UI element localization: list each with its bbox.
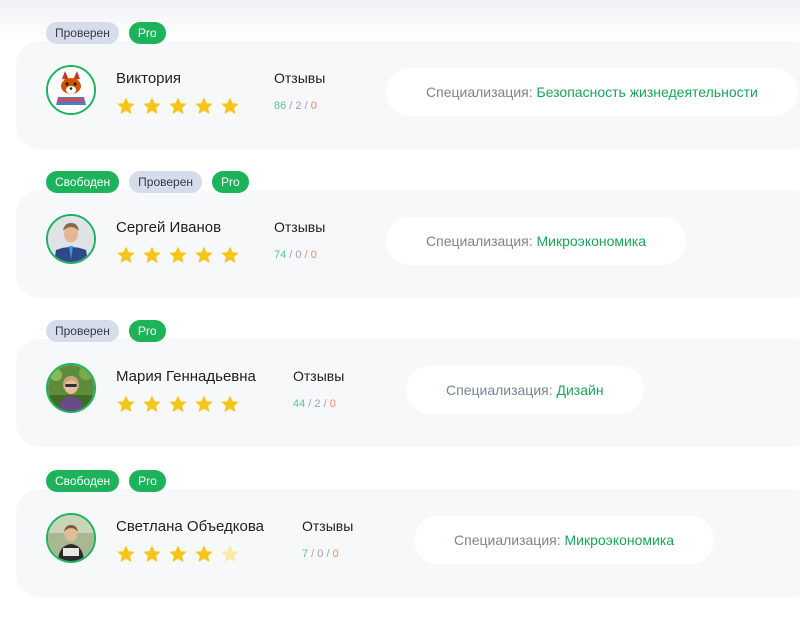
badge-row: Свободен Pro: [46, 470, 166, 492]
specialization-pill: Специализация: Дизайн: [406, 366, 644, 414]
expert-name[interactable]: Светлана Объедкова: [116, 518, 264, 535]
star-icon: [117, 246, 135, 263]
specialization-pill: Специализация: Микроэкономика: [414, 516, 715, 564]
avatar[interactable]: [46, 513, 96, 563]
avatar[interactable]: [46, 214, 96, 264]
star-icon: [195, 97, 213, 114]
negative-count: 0: [310, 100, 317, 112]
available-badge: Свободен: [46, 171, 120, 193]
verified-badge: Проверен: [129, 171, 203, 193]
star-icon: [195, 545, 213, 562]
star-icon: [195, 395, 213, 412]
star-icon: [195, 246, 213, 263]
badge-row: Проверен Pro: [46, 22, 166, 44]
specialization-value[interactable]: Микроэкономика: [565, 532, 675, 548]
count-separator: /: [301, 249, 311, 261]
star-icon: [169, 246, 187, 263]
badge-row: Свободен Проверен Pro: [46, 171, 249, 193]
expert-name[interactable]: Виктория: [116, 70, 181, 87]
avatar[interactable]: [46, 363, 96, 413]
badge-row: Проверен Pro: [46, 320, 166, 342]
specialization-label: Специализация:: [426, 84, 533, 100]
count-separator: /: [301, 100, 311, 112]
pro-badge: Pro: [128, 320, 166, 342]
pro-badge: Pro: [212, 171, 249, 193]
expert-card[interactable]: Проверен Pro Виктория Отзывы 86 / 2 / 0 …: [0, 22, 800, 172]
person-photo-avatar-icon: [48, 365, 94, 411]
star-icon: [143, 246, 161, 263]
count-separator: /: [323, 548, 333, 560]
available-badge: Свободен: [46, 470, 120, 492]
rating-stars: [116, 394, 240, 414]
reviews-label: Отзывы: [274, 219, 326, 235]
rating-stars: [116, 245, 240, 265]
star-icon: [117, 545, 135, 562]
rating-stars: [116, 96, 240, 116]
specialization-value[interactable]: Дизайн: [557, 382, 604, 398]
star-icon: [169, 395, 187, 412]
star-icon: [221, 395, 239, 412]
person-photo-avatar-icon: [48, 515, 94, 561]
expert-name[interactable]: Мария Геннадьевна: [116, 368, 256, 385]
pro-badge: Pro: [129, 470, 166, 492]
person-photo-avatar-icon: [48, 216, 94, 262]
star-icon: [221, 97, 239, 114]
star-icon: [169, 97, 187, 114]
negative-count: 0: [329, 398, 336, 410]
star-icon: [221, 246, 239, 263]
avatar[interactable]: [46, 65, 96, 115]
pro-badge: Pro: [128, 22, 166, 44]
star-icon: [143, 97, 161, 114]
expert-card[interactable]: Свободен Pro Светлана Объедкова Отзывы 7…: [0, 470, 800, 620]
specialization-pill: Специализация: Безопасность жизнедеятель…: [386, 68, 798, 116]
specialization-value[interactable]: Безопасность жизнедеятельности: [537, 84, 758, 100]
reviews-counts: 74 / 0 / 0: [274, 249, 317, 261]
specialization-label: Специализация:: [454, 532, 561, 548]
expert-name[interactable]: Сергей Иванов: [116, 219, 221, 236]
specialization-label: Специализация:: [446, 382, 553, 398]
verified-badge: Проверен: [46, 320, 119, 342]
star-icon: [169, 545, 187, 562]
star-empty-icon: [221, 545, 239, 562]
fox-cartoon-avatar-icon: [48, 67, 94, 113]
reviews-counts: 86 / 2 / 0: [274, 100, 317, 112]
reviews-label: Отзывы: [302, 518, 354, 534]
rating-stars: [116, 544, 240, 564]
positive-count: 44: [293, 398, 306, 410]
star-icon: [143, 545, 161, 562]
reviews-counts: 44 / 2 / 0: [293, 398, 336, 410]
count-separator: /: [308, 548, 318, 560]
reviews-label: Отзывы: [293, 368, 345, 384]
reviews-label: Отзывы: [274, 70, 326, 86]
negative-count: 0: [332, 548, 339, 560]
star-icon: [117, 395, 135, 412]
expert-card[interactable]: Свободен Проверен Pro Сергей Иванов Отзы…: [0, 171, 800, 321]
reviews-counts: 7 / 0 / 0: [302, 548, 339, 560]
negative-count: 0: [310, 249, 317, 261]
positive-count: 86: [274, 100, 287, 112]
specialization-value[interactable]: Микроэкономика: [537, 233, 647, 249]
count-separator: /: [320, 398, 330, 410]
specialization-label: Специализация:: [426, 233, 533, 249]
specialization-pill: Специализация: Микроэкономика: [386, 217, 687, 265]
star-icon: [117, 97, 135, 114]
positive-count: 74: [274, 249, 287, 261]
verified-badge: Проверен: [46, 22, 119, 44]
star-icon: [143, 395, 161, 412]
expert-card[interactable]: Проверен Pro Мария Геннадьевна Отзывы 44…: [0, 320, 800, 470]
